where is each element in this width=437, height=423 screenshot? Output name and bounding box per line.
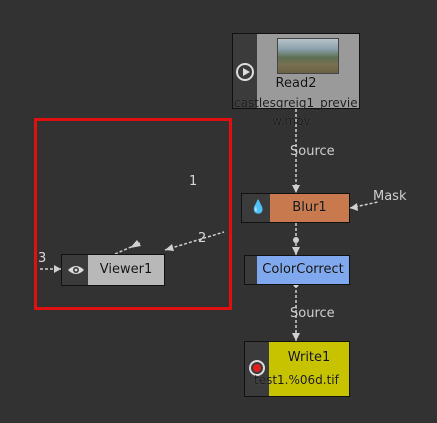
viewer-input-1-label: 1 — [189, 174, 198, 189]
read-filename-line1: castlesgreig1_previe — [234, 96, 358, 110]
viewer-input-2-label: 2 — [198, 231, 207, 246]
color-correct-node-label: ColorCorrect — [262, 262, 344, 277]
read-filename-line2: w.mov — [272, 114, 311, 128]
mask-label: Mask — [373, 189, 407, 204]
write-node[interactable]: Write1 — [244, 341, 350, 397]
viewer-node-label: Viewer1 — [99, 262, 153, 277]
write-node-label: Write1 — [287, 350, 331, 365]
viewer-node-strip — [62, 255, 88, 285]
color-correct-node[interactable]: ColorCorrect — [244, 255, 350, 285]
source-label-cc: Source — [290, 306, 335, 321]
read-node-label: Read2 — [275, 76, 317, 91]
color-correct-node-strip — [245, 256, 257, 284]
eye-icon — [68, 266, 84, 274]
viewer-input-3-label: 3 — [38, 251, 47, 266]
write-node-strip — [245, 342, 269, 396]
blur-node-strip: 💧 — [242, 194, 270, 222]
blur-node[interactable]: 💧 Blur1 — [241, 193, 350, 223]
node-graph-canvas[interactable]: Read2 castlesgreig1_previe w.mov Source … — [0, 0, 437, 423]
write-filename: test1.%06d.tif — [254, 373, 339, 387]
blur-node-label: Blur1 — [292, 200, 327, 215]
drop-icon: 💧 — [250, 200, 267, 215]
source-label-read: Source — [290, 144, 335, 159]
read-thumbnail — [277, 38, 339, 74]
viewer-node[interactable]: Viewer1 — [61, 254, 165, 286]
